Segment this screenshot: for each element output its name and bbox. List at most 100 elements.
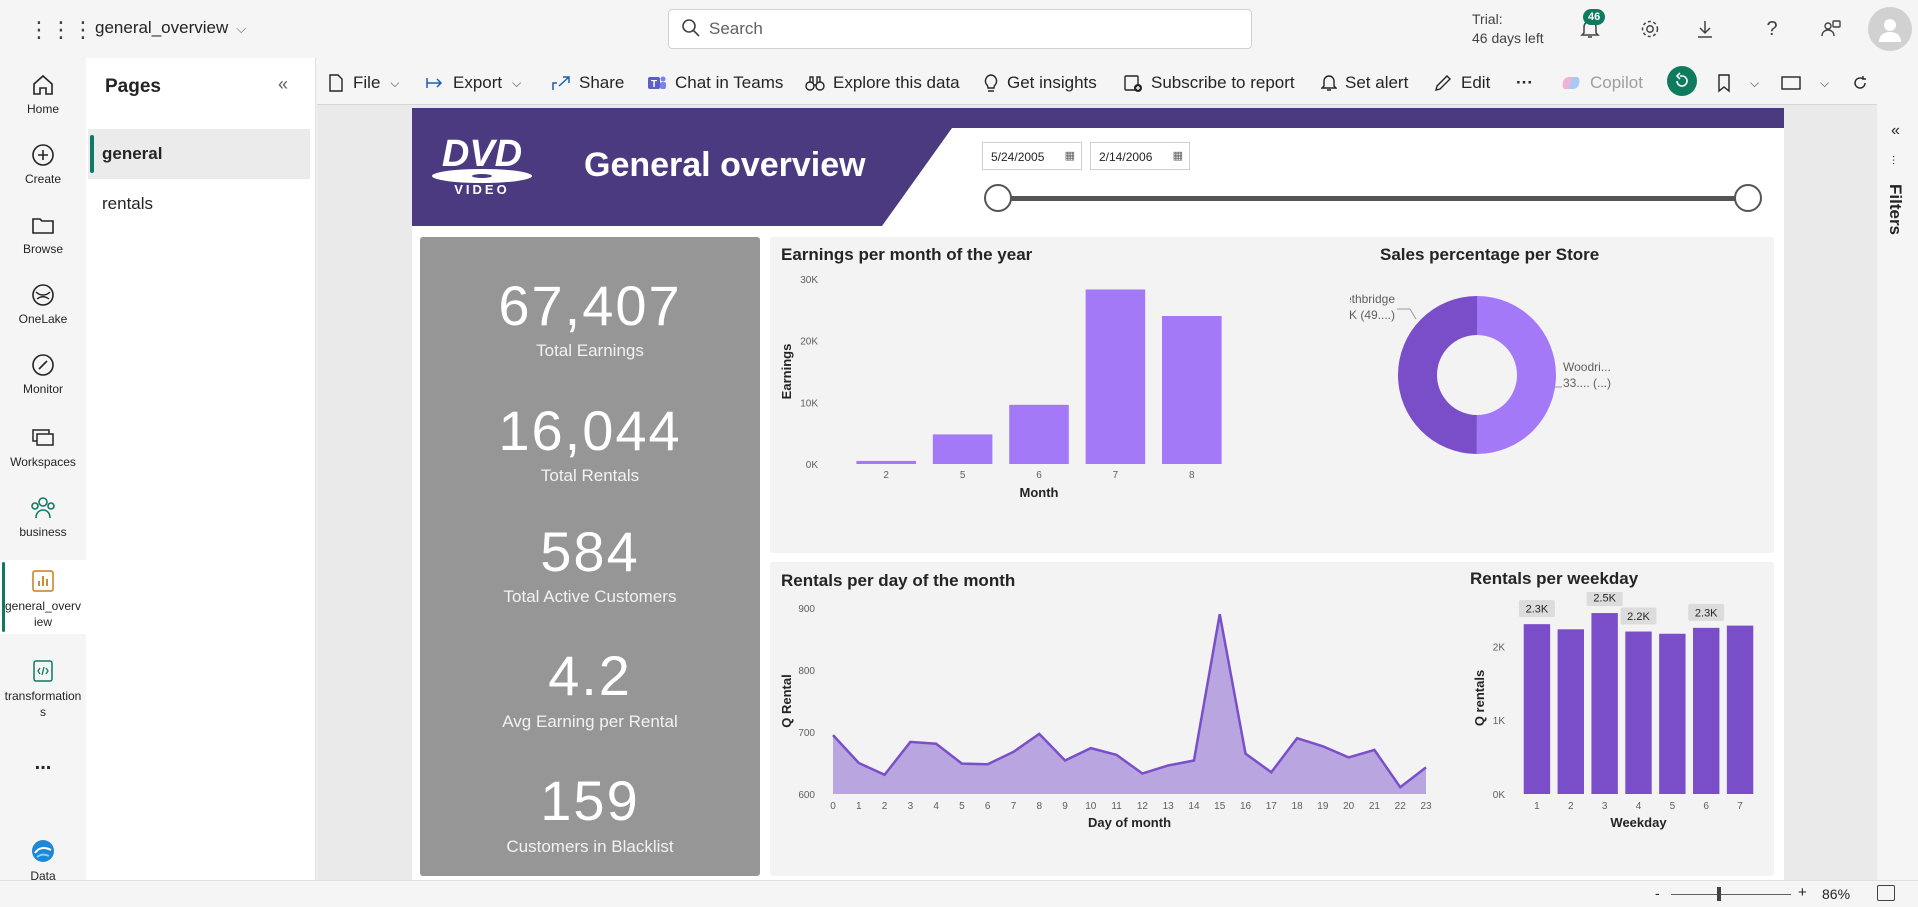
kpi-value: 67,407 bbox=[498, 274, 682, 337]
app-launcher-icon[interactable]: ⋮⋮⋮ bbox=[28, 17, 94, 43]
dvd-video-logo: DVD VIDEO bbox=[427, 130, 537, 197]
x-tick-label: 3 bbox=[1602, 801, 1608, 812]
rail-label: Browse bbox=[22, 242, 63, 256]
set-alert-button[interactable]: Set alert bbox=[1321, 70, 1408, 96]
bar bbox=[1693, 627, 1720, 794]
refresh-icon[interactable] bbox=[1851, 70, 1877, 96]
fit-to-page-icon[interactable] bbox=[1877, 885, 1895, 901]
y-tick-label: 10K bbox=[800, 398, 818, 409]
x-tick-label: 3 bbox=[908, 801, 914, 812]
chevron-down-icon: ⌵ bbox=[512, 75, 522, 90]
kpi-label: Customers in Blacklist bbox=[506, 837, 674, 856]
expand-filters-icon[interactable]: « bbox=[1891, 122, 1900, 140]
x-tick-label: 1 bbox=[856, 801, 862, 812]
store-chart-title: Sales percentage per Store bbox=[1380, 245, 1600, 264]
rail-item-transformations[interactable]: transformations bbox=[0, 656, 86, 720]
x-tick-label: 5 bbox=[1670, 801, 1676, 812]
rail-label: general_overview bbox=[4, 599, 82, 629]
collapse-pane-icon[interactable]: « bbox=[278, 74, 288, 95]
rail-item-home[interactable]: Home bbox=[0, 70, 86, 116]
x-tick-label: 16 bbox=[1240, 801, 1252, 812]
get-insights-button[interactable]: Get insights bbox=[983, 70, 1097, 96]
user-avatar[interactable] bbox=[1868, 7, 1912, 51]
report-page: DVD VIDEO General overview 5/24/2005 ▦ 2/… bbox=[412, 108, 1784, 881]
store-donut-chart[interactable]: Lethbridge 33.68K (49....) Woodri... 33....… bbox=[1350, 267, 1770, 553]
view-icon[interactable]: ⌵ bbox=[1780, 70, 1829, 96]
slider-end-handle[interactable] bbox=[1734, 184, 1762, 212]
more-options-button[interactable]: ··· bbox=[1516, 70, 1533, 96]
feedback-icon[interactable] bbox=[1816, 14, 1846, 44]
x-tick-label: 9 bbox=[1062, 801, 1068, 812]
x-tick-label: 4 bbox=[1636, 801, 1642, 812]
bar bbox=[1523, 624, 1551, 794]
trial-label: Trial: bbox=[1472, 11, 1503, 27]
rail-item-onelake[interactable]: OneLake bbox=[0, 280, 86, 326]
bookmark-icon[interactable]: ⌵ bbox=[1716, 70, 1759, 96]
date-from-input[interactable]: 5/24/2005 ▦ bbox=[982, 142, 1082, 170]
bar bbox=[856, 460, 916, 464]
rail-item-browse[interactable]: Browse bbox=[0, 210, 86, 256]
copilot-icon bbox=[1562, 77, 1580, 89]
rail-item-general-overview[interactable]: general_overview bbox=[0, 560, 86, 634]
slider-start-handle[interactable] bbox=[984, 184, 1012, 212]
subscribe-label: Subscribe to report bbox=[1151, 73, 1295, 92]
slice-value-label: 33.... (...) bbox=[1563, 376, 1611, 390]
share-button[interactable]: Share bbox=[551, 70, 624, 96]
settings-gear-icon[interactable] bbox=[1635, 14, 1665, 44]
help-icon[interactable]: ? bbox=[1757, 14, 1787, 44]
x-tick-label: 20 bbox=[1343, 801, 1355, 812]
search-input[interactable] bbox=[709, 19, 1209, 39]
x-tick-label: 5 bbox=[959, 801, 965, 812]
bottom-charts-panel: Rentals per day of the month 600 700 800 90… bbox=[770, 562, 1774, 876]
download-icon[interactable] bbox=[1690, 14, 1720, 44]
zoom-percentage[interactable]: 86% bbox=[1822, 886, 1850, 902]
insights-label: Get insights bbox=[1007, 73, 1097, 92]
x-tick-label: 2 bbox=[883, 470, 889, 481]
page-item-rentals[interactable]: rentals bbox=[88, 179, 310, 229]
bar bbox=[1659, 633, 1686, 794]
chat-label: Chat in Teams bbox=[675, 73, 784, 92]
report-name-dropdown[interactable]: general_overview ⌵ bbox=[95, 18, 246, 38]
kpi-value: 159 bbox=[540, 769, 640, 832]
rail-item-monitor[interactable]: Monitor bbox=[0, 350, 86, 396]
x-tick-label: 17 bbox=[1266, 801, 1278, 812]
zoom-slider-thumb[interactable] bbox=[1717, 887, 1721, 901]
rail-item-business[interactable]: business bbox=[0, 493, 86, 539]
file-menu-button[interactable]: File ⌵ bbox=[327, 70, 400, 96]
rail-item-workspaces[interactable]: Workspaces bbox=[0, 423, 86, 469]
x-tick-label: 1 bbox=[1534, 801, 1540, 812]
edit-button[interactable]: Edit bbox=[1433, 70, 1490, 96]
subscribe-button[interactable]: Subscribe to report bbox=[1123, 70, 1295, 96]
zoom-in-button[interactable]: + bbox=[1798, 884, 1807, 901]
trial-status[interactable]: Trial: 46 days left bbox=[1472, 10, 1544, 48]
search-box[interactable] bbox=[668, 9, 1252, 49]
data-engineering-icon bbox=[28, 836, 58, 866]
more-icon[interactable]: ... bbox=[0, 752, 86, 775]
explore-data-button[interactable]: Explore this data bbox=[805, 70, 960, 96]
page-item-general[interactable]: general bbox=[88, 129, 310, 179]
export-menu-button[interactable]: Export ⌵ bbox=[425, 70, 521, 96]
x-tick-label: 6 bbox=[1036, 470, 1042, 481]
date-to-value: 2/14/2006 bbox=[1099, 150, 1153, 164]
binoculars-icon bbox=[805, 76, 825, 91]
zoom-slider[interactable] bbox=[1671, 894, 1791, 895]
x-tick-label: 0 bbox=[830, 801, 836, 812]
zoom-out-button[interactable]: - bbox=[1655, 885, 1660, 901]
chat-in-teams-button[interactable]: T Chat in Teams bbox=[647, 70, 783, 96]
y-tick-label: 30K bbox=[800, 275, 818, 286]
people-icon bbox=[28, 493, 58, 523]
onelake-icon bbox=[28, 280, 58, 310]
y-axis-label: Earnings bbox=[779, 344, 794, 400]
x-axis-label: Month bbox=[1020, 485, 1059, 500]
copilot-button[interactable]: Copilot bbox=[1560, 70, 1643, 96]
earnings-bar-chart[interactable]: 0K 10K 20K 30K 2 5 6 7 8 Month Earnings bbox=[770, 267, 1290, 553]
bar bbox=[1625, 631, 1652, 794]
rentals-day-area-chart[interactable]: 6007008009000 1 2 3 4 5 6 7 8 9 10 11 12 13 14 15 16 17 18… bbox=[770, 592, 1470, 876]
filters-pane[interactable]: « ⫶ Filters bbox=[1877, 104, 1918, 880]
copilot-label: Copilot bbox=[1590, 73, 1643, 92]
reset-icon[interactable] bbox=[1667, 66, 1705, 96]
date-to-input[interactable]: 2/14/2006 ▦ bbox=[1090, 142, 1190, 170]
weekday-bar-chart[interactable]: 0K 1K 2K 1 2.3K 2 3 2.5K 4 2.2K 5 6 2.3K 7 Weekday Q re… bbox=[1470, 592, 1770, 876]
rail-item-create[interactable]: Create bbox=[0, 140, 86, 186]
date-range-slider-track[interactable] bbox=[998, 196, 1748, 201]
